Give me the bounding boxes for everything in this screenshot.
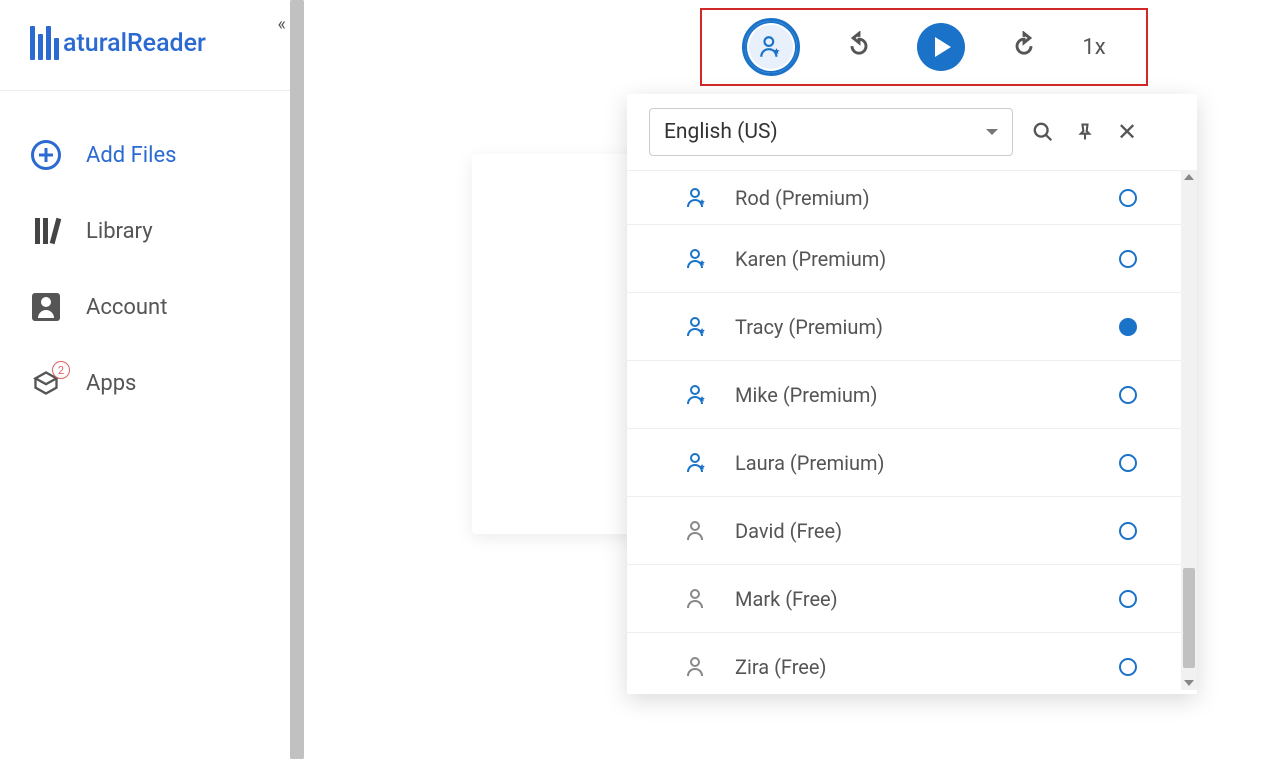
logo-text: aturalReader [63,29,206,58]
language-select-value: English (US) [664,120,778,144]
sidebar: « aturalReader Add Files Library Account [0,0,297,759]
sidebar-item-library[interactable]: Library [0,193,296,269]
voice-radio[interactable] [1119,522,1137,540]
voice-name: Mike (Premium) [735,383,1119,407]
voice-item[interactable]: Laura (Premium) [627,428,1197,496]
scrollbar-thumb[interactable] [1183,568,1195,668]
rewind-icon [845,31,873,59]
voice-radio[interactable] [1119,386,1137,404]
person-star-icon [758,34,784,60]
voice-item[interactable]: Mark (Free) [627,564,1197,632]
close-icon: ✕ [1117,118,1137,146]
voice-name: Karen (Premium) [735,247,1119,271]
voice-radio[interactable] [1119,590,1137,608]
plus-circle-icon [30,139,62,171]
person-star-icon [685,247,709,271]
voice-item[interactable]: Mike (Premium) [627,360,1197,428]
voice-item[interactable]: Tracy (Premium) [627,292,1197,360]
sidebar-nav: Add Files Library Account 2 Apps [0,91,296,421]
person-icon [685,519,709,543]
sidebar-item-label: Account [86,295,167,320]
sidebar-item-apps[interactable]: 2 Apps [0,345,296,421]
voice-list: Rod (Premium) Karen (Premium) Tracy (Premi… [627,170,1197,690]
voice-panel-header: English (US) ✕ [627,94,1197,170]
voice-radio[interactable] [1119,454,1137,472]
voice-name: Tracy (Premium) [735,315,1119,339]
play-icon [935,37,951,57]
voice-item[interactable]: David (Free) [627,496,1197,564]
search-button[interactable] [1031,120,1055,144]
chevron-down-icon [986,129,998,135]
person-star-icon [685,451,709,475]
voice-name: Laura (Premium) [735,451,1119,475]
voice-select-button[interactable] [742,18,800,76]
library-icon [30,215,62,247]
sidebar-item-add-files[interactable]: Add Files [0,117,296,193]
person-icon [685,655,709,679]
account-icon [30,291,62,323]
person-icon [685,587,709,611]
forward-button[interactable] [1010,31,1038,63]
voice-name: Zira (Free) [735,655,1119,679]
speed-button[interactable]: 1x [1082,35,1105,60]
voice-item[interactable]: Zira (Free) [627,632,1197,690]
person-star-icon [685,383,709,407]
sidebar-item-label: Apps [86,371,136,396]
rewind-button[interactable] [845,31,873,63]
collapse-sidebar-button[interactable]: « [278,14,286,35]
voice-name: David (Free) [735,519,1119,543]
search-icon [1032,121,1054,143]
language-select[interactable]: English (US) [649,108,1013,156]
forward-icon [1010,31,1038,59]
scroll-down-arrow-icon[interactable] [1184,680,1194,686]
person-star-icon [685,315,709,339]
logo[interactable]: aturalReader [0,0,296,91]
apps-badge: 2 [52,361,70,379]
apps-icon: 2 [30,367,62,399]
sidebar-scrollbar[interactable] [290,0,304,759]
voice-radio[interactable] [1119,318,1137,336]
close-button[interactable]: ✕ [1115,120,1139,144]
voice-item[interactable]: Karen (Premium) [627,224,1197,292]
play-button[interactable] [917,23,965,71]
person-star-icon [685,186,709,210]
sidebar-item-account[interactable]: Account [0,269,296,345]
voice-name: Mark (Free) [735,587,1119,611]
sidebar-item-label: Library [86,219,153,244]
pin-button[interactable] [1073,120,1097,144]
voice-radio[interactable] [1119,658,1137,676]
voice-name: Rod (Premium) [735,186,1119,210]
voice-item[interactable]: Rod (Premium) [627,170,1197,224]
pin-icon [1075,122,1095,142]
sidebar-item-label: Add Files [86,143,177,168]
voice-list-scrollbar[interactable] [1181,170,1197,690]
player-toolbar: 1x [700,8,1148,86]
scroll-up-arrow-icon[interactable] [1184,174,1194,180]
voice-radio[interactable] [1119,189,1137,207]
logo-icon [30,26,59,60]
voice-radio[interactable] [1119,250,1137,268]
voice-panel: English (US) ✕ Rod (Premium) Karen (Premi… [627,94,1197,694]
